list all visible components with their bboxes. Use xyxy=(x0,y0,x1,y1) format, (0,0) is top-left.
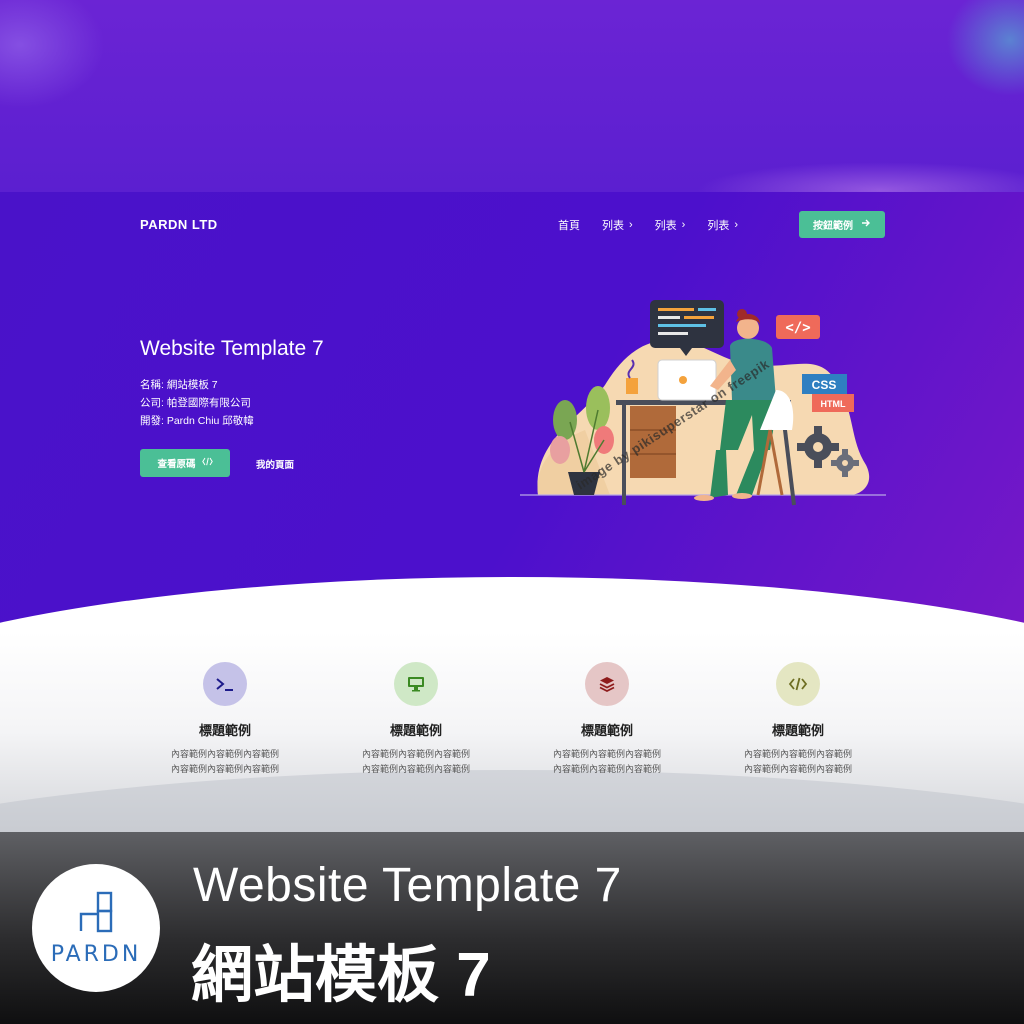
hero-section: PARDN LTD 首頁 列表 › 列表 › 列表 › 按鈕範例 Website… xyxy=(0,192,1024,632)
terminal-icon xyxy=(203,662,247,706)
pardn-mark-icon xyxy=(79,891,113,932)
hero-meta: 名稱: 網站模板 7 公司: 帕登國際有限公司 開發: Pardn Chiu 邱… xyxy=(140,376,254,430)
nav-item-label: 列表 xyxy=(654,220,677,232)
feature-desc-line: 內容範例內容範例內容範例 xyxy=(552,764,661,774)
feature-card: 標題範例 內容範例內容範例內容範例 內容範例內容範例內容範例 xyxy=(155,662,295,777)
chevron-right-icon: › xyxy=(681,219,686,231)
illustration-html-label: HTML xyxy=(821,399,846,409)
example-button[interactable]: 按鈕範例 xyxy=(799,211,885,238)
meta-name: 名稱: 網站模板 7 xyxy=(140,379,218,391)
nav-item-list-2[interactable]: 列表 › xyxy=(655,217,686,233)
feature-card: 標題範例 內容範例內容範例內容範例 內容範例內容範例內容範例 xyxy=(346,662,486,777)
nav-item-home[interactable]: 首頁 xyxy=(558,217,580,233)
my-page-link[interactable]: 我的頁面 xyxy=(256,457,294,471)
blurred-background-strip xyxy=(0,0,1024,192)
feature-title: 標題範例 xyxy=(580,723,633,738)
feature-desc-line: 內容範例內容範例內容範例 xyxy=(361,764,470,774)
hero-title: Website Template 7 xyxy=(140,337,324,360)
nav-item-list-3[interactable]: 列表 › xyxy=(707,217,738,233)
feature-title: 標題範例 xyxy=(198,723,251,738)
features-section: 標題範例 內容範例內容範例內容範例 內容範例內容範例內容範例 標題範例 內容範例… xyxy=(0,632,1024,1024)
site-logo[interactable]: PARDN LTD xyxy=(140,217,218,232)
nav-item-label: 首頁 xyxy=(558,220,580,232)
illustration-code-tag: </> xyxy=(785,320,810,336)
nav-item-label: 列表 xyxy=(602,220,624,232)
feature-desc-line: 內容範例內容範例內容範例 xyxy=(170,764,279,774)
code-icon xyxy=(201,457,213,469)
feature-title: 標題範例 xyxy=(389,723,442,738)
brand-wordmark: PARDN xyxy=(50,941,142,967)
banner-title-zh: 網站模板 7 xyxy=(191,941,491,1010)
view-source-label: 查看原碼 xyxy=(157,459,196,470)
feature-title: 標題範例 xyxy=(771,723,824,738)
feature-desc-line: 內容範例內容範例內容範例 xyxy=(552,749,661,759)
feature-description: 內容範例內容範例內容範例 內容範例內容範例內容範例 xyxy=(728,747,868,777)
feature-desc-line: 內容範例內容範例內容範例 xyxy=(361,749,470,759)
nav-item-list-1[interactable]: 列表 › xyxy=(602,217,633,233)
feature-description: 內容範例內容範例內容範例 內容範例內容範例內容範例 xyxy=(537,747,677,777)
layers-icon xyxy=(585,662,629,706)
view-source-button[interactable]: 查看原碼 xyxy=(140,449,230,477)
chevron-right-icon: › xyxy=(734,219,739,231)
example-button-label: 按鈕範例 xyxy=(813,221,853,232)
banner-title-en: Website Template 7 xyxy=(193,859,622,912)
feature-description: 內容範例內容範例內容範例 內容範例內容範例內容範例 xyxy=(346,747,486,777)
feature-desc-line: 內容範例內容範例內容範例 xyxy=(743,749,852,759)
feature-description: 內容範例內容範例內容範例 內容範例內容範例內容範例 xyxy=(155,747,295,777)
pardn-logo: PARDN xyxy=(32,864,160,992)
meta-company: 公司: 帕登國際有限公司 xyxy=(140,397,251,409)
illustration-css-label: CSS xyxy=(812,378,837,392)
developer-illustration: </> CSS HTML image by pikisuperstar on f… xyxy=(520,300,886,506)
feature-desc-line: 內容範例內容範例內容範例 xyxy=(743,764,852,774)
code-icon xyxy=(776,662,820,706)
feature-desc-line: 內容範例內容範例內容範例 xyxy=(170,749,279,759)
nav-item-label: 列表 xyxy=(707,220,730,232)
arrow-right-icon xyxy=(861,218,871,231)
chevron-right-icon: › xyxy=(629,219,633,231)
feature-card: 標題範例 內容範例內容範例內容範例 內容範例內容範例內容範例 xyxy=(537,662,677,777)
main-nav: 首頁 列表 › 列表 › 列表 › xyxy=(558,217,760,233)
feature-card: 標題範例 內容範例內容範例內容範例 內容範例內容範例內容範例 xyxy=(728,662,868,777)
monitor-icon xyxy=(394,662,438,706)
title-banner: PARDN Website Template 7 網站模板 7 xyxy=(0,832,1024,1024)
meta-developer: 開發: Pardn Chiu 邱敬幃 xyxy=(140,415,254,427)
